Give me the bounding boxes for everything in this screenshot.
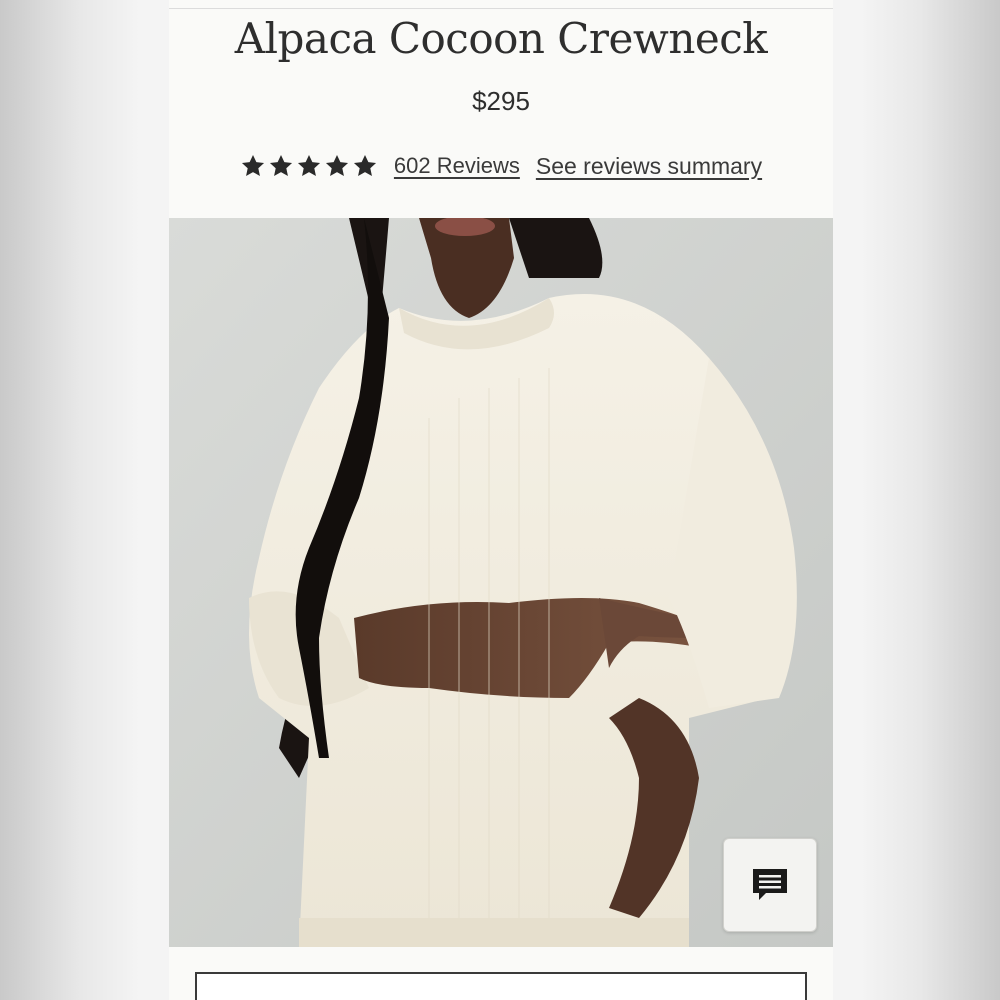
star-rating[interactable] bbox=[240, 153, 378, 179]
star-icon bbox=[240, 153, 266, 179]
divider bbox=[169, 8, 833, 9]
chat-button[interactable] bbox=[723, 838, 817, 932]
size-selector-box[interactable] bbox=[195, 972, 807, 1000]
product-page: Alpaca Cocoon Crewneck $295 602 Reviews … bbox=[169, 0, 833, 1000]
reviews-summary-link[interactable]: See reviews summary bbox=[536, 153, 762, 180]
chat-icon bbox=[753, 869, 787, 900]
product-title: Alpaca Cocoon Crewneck bbox=[234, 14, 768, 63]
product-price: $295 bbox=[472, 86, 530, 116]
star-icon bbox=[352, 153, 378, 179]
rating-row: 602 Reviews See reviews summary bbox=[169, 148, 833, 184]
star-icon bbox=[296, 153, 322, 179]
star-icon bbox=[268, 153, 294, 179]
star-icon bbox=[324, 153, 350, 179]
reviews-count-link[interactable]: 602 Reviews bbox=[394, 153, 520, 179]
